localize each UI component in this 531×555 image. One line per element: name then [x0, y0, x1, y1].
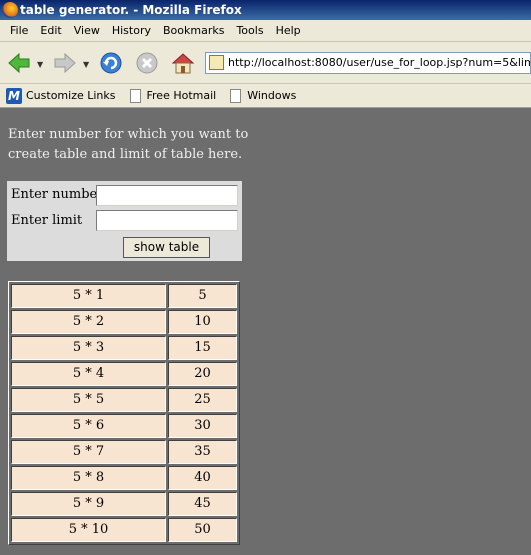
- result-table: 5 * 1 5 5 * 2 10 5 * 3 15 5 * 4 20 5 * 5…: [8, 281, 240, 545]
- page-icon: [209, 55, 224, 70]
- menu-edit[interactable]: Edit: [34, 24, 67, 37]
- page-icon: [230, 88, 242, 103]
- forward-history-dropdown-icon[interactable]: ▼: [83, 60, 91, 69]
- table-row: 5 * 8 40: [10, 465, 238, 491]
- expression-cell: 5 * 3: [11, 336, 166, 360]
- stop-icon: [136, 52, 158, 74]
- expression-cell: 5 * 1: [11, 284, 166, 308]
- result-cell: 15: [168, 336, 237, 360]
- show-table-button[interactable]: show table: [123, 237, 210, 258]
- msn-icon: M: [6, 87, 22, 104]
- reload-icon: [100, 52, 122, 74]
- result-cell: 50: [168, 518, 237, 542]
- menu-bar: File Edit View History Bookmarks Tools H…: [0, 20, 531, 42]
- expression-cell: 5 * 7: [11, 440, 166, 464]
- back-history-dropdown-icon[interactable]: ▼: [37, 60, 45, 69]
- window-title: table generator. - Mozilla Firefox: [20, 3, 242, 17]
- result-cell: 5: [168, 284, 237, 308]
- table-row: 5 * 1 5: [10, 283, 238, 309]
- expression-cell: 5 * 5: [11, 388, 166, 412]
- page-content: Enter number for which you want to creat…: [0, 109, 531, 555]
- table-row: 5 * 9 45: [10, 491, 238, 517]
- number-input[interactable]: [96, 185, 238, 206]
- window-titlebar: table generator. - Mozilla Firefox: [0, 0, 531, 20]
- result-cell: 25: [168, 388, 237, 412]
- expression-cell: 5 * 6: [11, 414, 166, 438]
- table-row: 5 * 7 35: [10, 439, 238, 465]
- firefox-icon: [2, 2, 18, 18]
- address-bar[interactable]: http://localhost:8080/user/use_for_loop.…: [205, 52, 531, 74]
- home-button[interactable]: [170, 50, 196, 76]
- menu-view[interactable]: View: [68, 24, 106, 37]
- expression-cell: 5 * 10: [11, 518, 166, 542]
- result-cell: 30: [168, 414, 237, 438]
- number-label: Enter number: [11, 187, 104, 202]
- table-row: 5 * 2 10: [10, 309, 238, 335]
- url-text: http://localhost:8080/user/use_for_loop.…: [228, 56, 530, 69]
- bookmark-free-hotmail[interactable]: Free Hotmail: [129, 88, 217, 103]
- result-cell: 45: [168, 492, 237, 516]
- result-cell: 40: [168, 466, 237, 490]
- bookmark-customize-links[interactable]: M Customize Links: [6, 87, 116, 104]
- result-cell: 10: [168, 310, 237, 334]
- table-row: 5 * 5 25: [10, 387, 238, 413]
- result-cell: 20: [168, 362, 237, 386]
- bookmark-label: Free Hotmail: [146, 89, 217, 102]
- table-row: 5 * 4 20: [10, 361, 238, 387]
- back-button[interactable]: [6, 50, 32, 76]
- home-icon: [171, 53, 195, 74]
- table-form: Enter number Enter limit show table: [7, 181, 242, 261]
- bookmark-label: Windows: [247, 89, 297, 102]
- expression-cell: 5 * 8: [11, 466, 166, 490]
- limit-input[interactable]: [96, 210, 238, 231]
- expression-cell: 5 * 4: [11, 362, 166, 386]
- back-arrow-icon: [8, 52, 30, 74]
- expression-cell: 5 * 9: [11, 492, 166, 516]
- bookmark-label: Customize Links: [26, 89, 116, 102]
- limit-label: Enter limit: [11, 213, 83, 228]
- table-row: 5 * 6 30: [10, 413, 238, 439]
- forward-arrow-icon: [54, 52, 76, 74]
- result-cell: 35: [168, 440, 237, 464]
- menu-bookmarks[interactable]: Bookmarks: [157, 24, 230, 37]
- table-row: 5 * 3 15: [10, 335, 238, 361]
- forward-button[interactable]: [52, 50, 78, 76]
- menu-history[interactable]: History: [106, 24, 157, 37]
- menu-file[interactable]: File: [4, 24, 34, 37]
- menu-help[interactable]: Help: [270, 24, 307, 37]
- page-icon: [129, 88, 141, 103]
- bookmarks-toolbar: M Customize Links Free Hotmail Windows: [0, 84, 531, 108]
- menu-tools[interactable]: Tools: [230, 24, 269, 37]
- reload-button[interactable]: [98, 50, 124, 76]
- table-row: 5 * 10 50: [10, 517, 238, 543]
- bookmark-windows[interactable]: Windows: [230, 88, 297, 103]
- stop-button[interactable]: [134, 50, 160, 76]
- expression-cell: 5 * 2: [11, 310, 166, 334]
- intro-text: Enter number for which you want to creat…: [8, 127, 249, 162]
